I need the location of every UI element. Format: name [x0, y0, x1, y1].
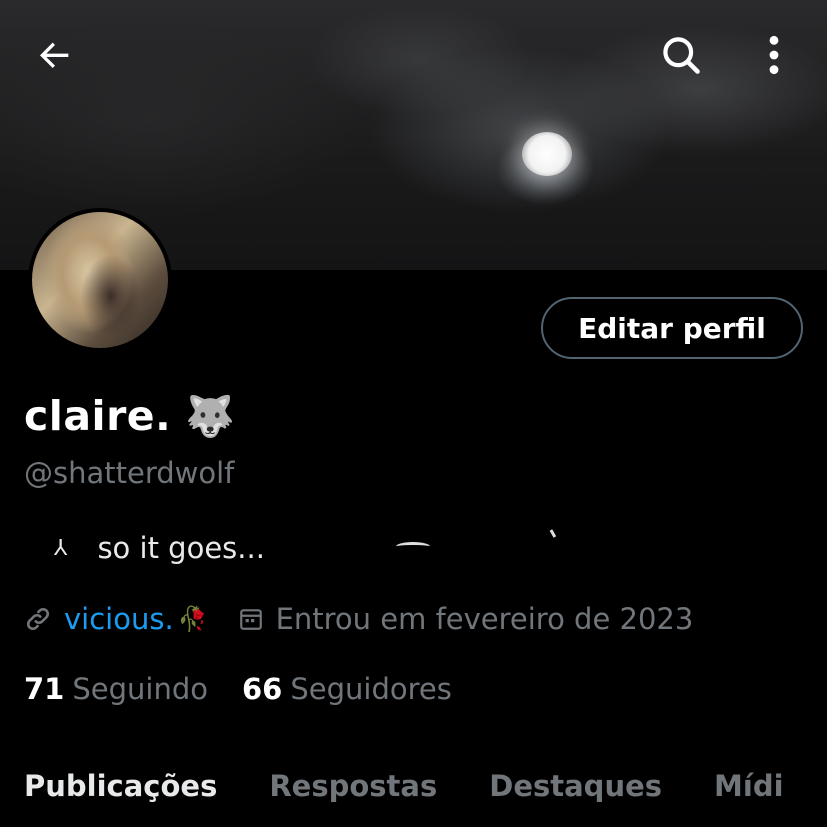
joined-date: Entrou em fevereiro de 2023 [238, 602, 694, 636]
profile-meta: vicious. 🥀 Entrou em fevereiro de 2023 [24, 596, 693, 642]
username-handle: @shatterdwolf [24, 456, 235, 490]
following-link[interactable]: 71 Seguindo [24, 672, 208, 706]
tab-replies[interactable]: Respostas [269, 769, 437, 803]
tab-posts[interactable]: Publicações [24, 769, 217, 803]
edit-profile-button[interactable]: Editar perfil [541, 297, 803, 359]
tab-media[interactable]: Mídi [714, 769, 784, 803]
profile-tabs: Publicações Respostas Destaques Mídi [24, 760, 827, 812]
search-button[interactable] [654, 28, 708, 82]
followers-count: 66 [242, 672, 283, 706]
display-name-row: claire. 🐺 [24, 388, 235, 444]
rose-emoji: 🥀 [177, 605, 208, 633]
bio: ⅄ so it goes... [54, 526, 265, 570]
more-options-button[interactable] [752, 28, 796, 82]
more-vertical-icon [769, 35, 779, 75]
bio-decoration [396, 542, 430, 551]
followers-label: Seguidores [290, 672, 452, 706]
profile-avatar[interactable] [28, 208, 172, 352]
display-name: claire. [24, 392, 172, 440]
bio-symbol: ⅄ [54, 535, 68, 561]
following-label: Seguindo [72, 672, 208, 706]
followers-link[interactable]: 66 Seguidores [242, 672, 452, 706]
profile-link[interactable]: vicious. [64, 602, 174, 636]
back-button[interactable] [30, 30, 80, 80]
bio-decoration [549, 526, 562, 538]
follow-stats: 71 Seguindo 66 Seguidores [24, 666, 452, 712]
wolf-emoji: 🐺 [185, 393, 235, 440]
link-icon [26, 607, 50, 631]
arrow-left-icon [40, 42, 69, 68]
bio-text: so it goes... [97, 531, 265, 565]
search-icon [663, 37, 700, 74]
calendar-icon [239, 609, 262, 630]
tab-highlights[interactable]: Destaques [489, 769, 662, 803]
moon-image [522, 132, 572, 176]
following-count: 71 [24, 672, 65, 706]
joined-text: Entrou em fevereiro de 2023 [275, 602, 694, 636]
